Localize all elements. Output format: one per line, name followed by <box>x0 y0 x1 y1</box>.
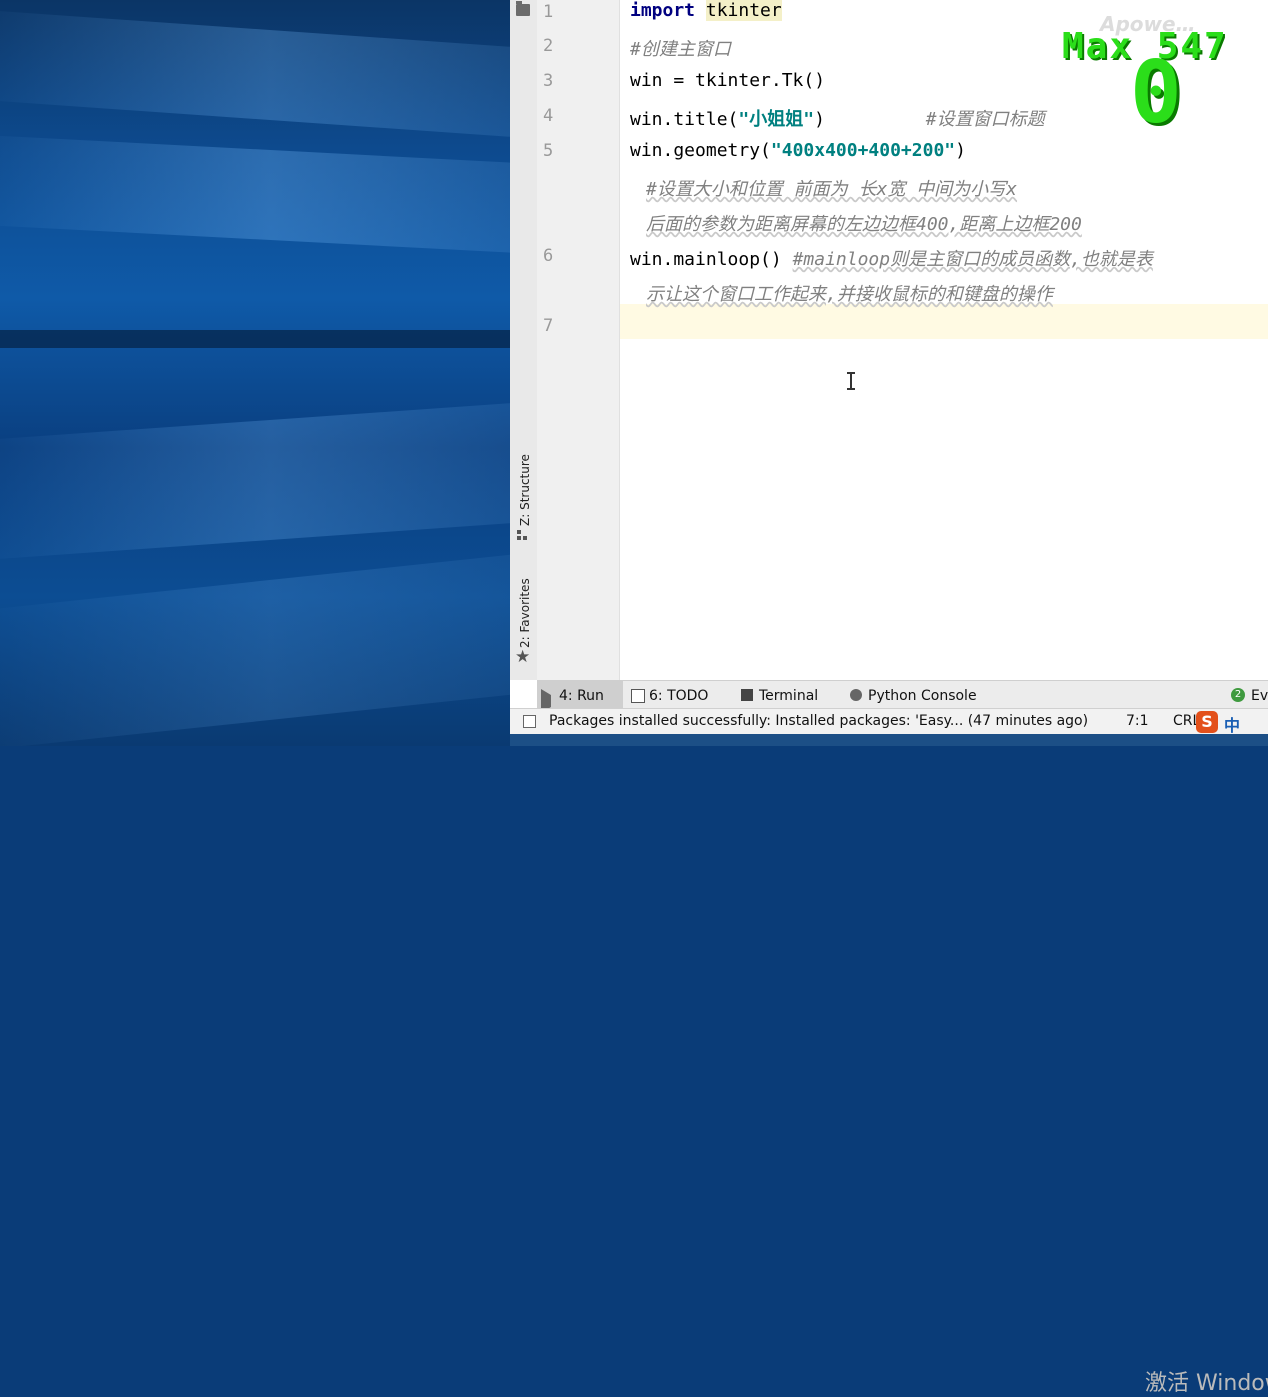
sogou-ime-icon[interactable]: S <box>1196 711 1218 733</box>
caret-position[interactable]: 7:1 <box>1126 713 1149 729</box>
code-line-1: import tkinter <box>630 0 782 21</box>
todo-tab[interactable]: 6: TODO <box>627 681 718 709</box>
comment: #mainloop则是主窗口的成员函数,也就是表 <box>792 249 1153 270</box>
ide-window: Z: Structure 2: Favorites ★ 1 2 3 4 5 6 … <box>510 0 1268 1396</box>
star-icon: ★ <box>515 647 531 667</box>
code-text: win.mainloop() <box>630 249 782 270</box>
comment-wrap-c: 示让这个窗口工作起来,并接收鼠标的和键盘的操作 <box>646 284 1053 305</box>
terminal-tab-label: Terminal <box>759 688 819 704</box>
module-name: tkinter <box>705 0 782 21</box>
event-log-tab[interactable]: 2 Eve <box>1229 681 1268 709</box>
left-tool-strip: Z: Structure 2: Favorites ★ <box>510 0 538 680</box>
run-tab-label: 4: Run <box>559 688 604 704</box>
string-literal: "400x400+400+200" <box>770 140 956 161</box>
line-number: 5 <box>543 141 554 161</box>
line-number: 6 <box>543 246 554 266</box>
code-text: win.geometry( <box>630 140 771 161</box>
code-text: win.title( <box>630 109 739 130</box>
code-line-5: win.geometry("400x400+400+200") <box>630 140 966 161</box>
python-icon <box>850 689 862 701</box>
favorites-tab-label: 2: Favorites <box>518 578 532 648</box>
line-number: 7 <box>543 316 554 336</box>
window-bottom-edge <box>510 734 1268 746</box>
run-tab[interactable]: 4: Run <box>537 681 623 713</box>
activate-windows-watermark: 激活 Window <box>1145 1371 1268 1396</box>
event-log-label: Eve <box>1251 688 1268 704</box>
status-bar: Packages installed successfully: Install… <box>510 708 1268 735</box>
comment-wrap-b: 后面的参数为距离屏幕的左边边框400,距离上边框200 <box>646 214 1082 235</box>
current-score: 0 <box>1130 43 1182 143</box>
line-number: 4 <box>543 106 554 126</box>
comment-wrap-a: #设置大小和位置 前面为 长x宽 中间为小写x <box>646 179 1018 200</box>
status-message[interactable]: Packages installed successfully: Install… <box>549 713 1088 729</box>
todo-tab-label: 6: TODO <box>649 688 709 704</box>
code-line-3: win = tkinter.Tk() <box>630 70 826 91</box>
code-line-4: win.title("小姐姐") #设置窗口标题 <box>630 105 1045 131</box>
string-literal: "小姐姐" <box>738 109 815 130</box>
code-line-2: #创建主窗口 <box>630 39 731 60</box>
bottom-tool-window-bar: 4: Run 6: TODO Terminal Python Console 激… <box>537 680 1268 1396</box>
structure-tab-label: Z: Structure <box>518 454 532 526</box>
terminal-icon <box>741 689 753 701</box>
event-count-badge: 2 <box>1231 688 1245 702</box>
keyword-import: import <box>630 0 696 21</box>
line-number: 3 <box>543 71 554 91</box>
project-folder-icon[interactable] <box>516 1 530 16</box>
ime-language-indicator[interactable]: 中 <box>1224 712 1240 736</box>
mouse-ibeam-cursor <box>847 372 855 390</box>
status-window-icon[interactable] <box>523 715 536 728</box>
line-number: 1 <box>543 2 554 22</box>
python-console-tab[interactable]: Python Console <box>846 681 987 709</box>
desktop-background <box>0 0 510 746</box>
code-text: ) <box>955 140 966 161</box>
todo-icon <box>631 689 645 703</box>
terminal-tab[interactable]: Terminal <box>737 681 828 709</box>
line-number: 2 <box>543 36 554 56</box>
structure-icon <box>517 530 529 542</box>
line-number-gutter: 1 2 3 4 5 6 7 <box>537 0 620 680</box>
code-text: ) <box>814 109 825 130</box>
comment: #设置窗口标题 <box>925 109 1045 130</box>
python-console-tab-label: Python Console <box>868 688 977 704</box>
code-line-6: win.mainloop() #mainloop则是主窗口的成员函数,也就是表 <box>630 245 1153 271</box>
